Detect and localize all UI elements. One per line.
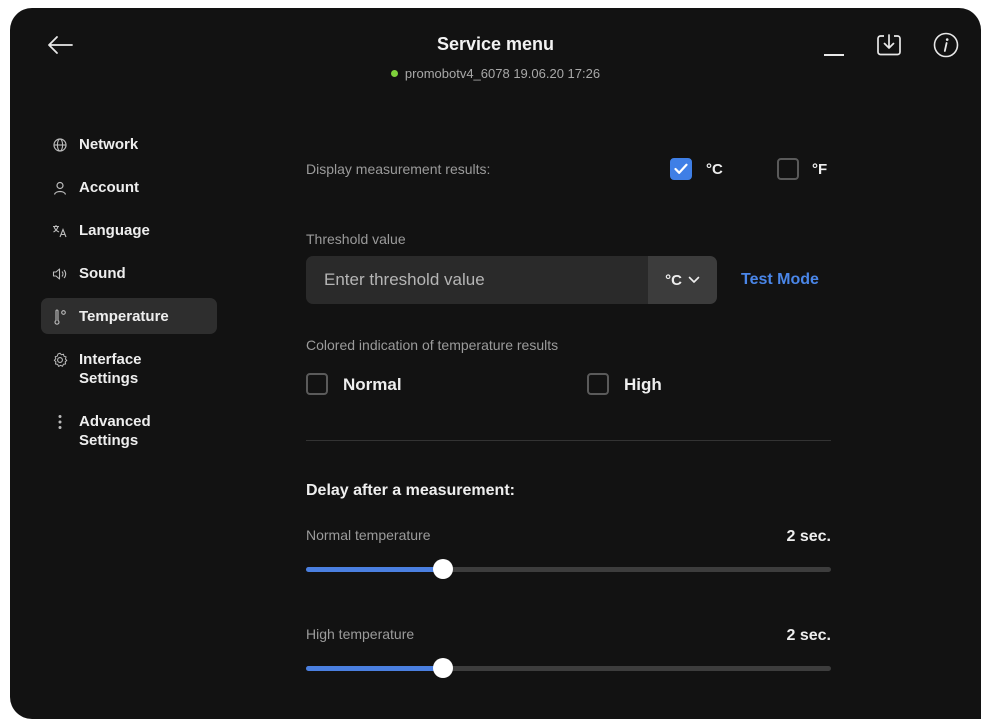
normal-indication-label: Normal [343,375,402,394]
normal-temperature-label: Normal temperature [306,527,431,543]
high-indication-checkbox[interactable] [587,373,609,395]
user-icon [51,178,69,197]
globe-icon [51,135,69,154]
display-results-label: Display measurement results: [306,161,491,177]
delay-section-title: Delay after a measurement: [306,482,515,499]
sidebar-item-account[interactable]: Account [41,169,217,205]
slider-thumb[interactable] [432,559,453,579]
threshold-input[interactable] [306,256,648,304]
celsius-checkbox[interactable] [670,158,692,180]
test-mode-link[interactable]: Test Mode [741,271,819,289]
download-button[interactable] [876,33,902,57]
sidebar-item-label-line: Settings [79,370,139,387]
sidebar-item-network[interactable]: Network [41,126,217,162]
sidebar-item-label: Interface Settings [79,350,142,388]
sidebar-item-label-line: Interface [79,351,142,368]
device-info-text: promobotv4_6078 19.06.20 17:26 [404,66,601,81]
device-status: promobotv4_6078 19.06.20 17:26 [10,66,981,81]
normal-delay-value: 2 sec. [786,528,831,545]
celsius-label: °C [706,161,723,178]
sidebar-item-language[interactable]: Language [41,212,217,248]
info-button[interactable] [933,32,959,58]
info-icon [933,32,959,58]
download-icon [877,34,901,56]
thermometer-icon [51,307,69,326]
sidebar-item-advanced-settings[interactable]: Advanced Settings [41,403,217,458]
minimize-button[interactable] [822,30,846,58]
section-divider [306,440,831,441]
sidebar-item-label: Language [79,222,150,239]
fahrenheit-checkbox[interactable] [777,158,799,180]
gear-icon [51,350,69,369]
checkmark-icon [674,163,688,174]
translate-icon [51,221,69,240]
sidebar: Network Account Language Sound Temperatu… [41,126,217,465]
normal-indication-checkbox[interactable] [306,373,328,395]
threshold-label: Threshold value [306,231,406,247]
slider-fill [306,666,443,671]
sidebar-item-interface-settings[interactable]: Interface Settings [41,341,217,396]
normal-delay-slider[interactable] [306,559,831,579]
speaker-icon [51,264,69,283]
online-status-dot [390,70,398,77]
high-delay-value: 2 sec. [786,627,831,644]
colored-indication-label: Colored indication of temperature result… [306,337,559,353]
sidebar-item-temperature[interactable]: Temperature [41,298,217,334]
fahrenheit-label: °F [812,161,828,178]
sidebar-item-label: Sound [79,265,126,282]
sidebar-item-label: Network [79,136,139,153]
vertical-dots-icon [51,412,69,431]
sidebar-item-label-line: Advanced [79,413,151,430]
sidebar-item-label: Advanced Settings [79,412,151,450]
sidebar-item-label: Account [79,179,139,196]
sidebar-item-sound[interactable]: Sound [41,255,217,291]
chevron-down-icon [688,276,700,283]
unit-dropdown[interactable]: °C [648,256,717,304]
unit-dropdown-value: °C [665,271,682,289]
sidebar-item-label: Temperature [79,308,169,325]
slider-fill [306,567,443,572]
high-delay-slider[interactable] [306,658,831,678]
high-indication-label: High [624,375,662,394]
slider-thumb[interactable] [432,658,453,678]
high-temperature-label: High temperature [306,626,415,642]
sidebar-item-label-line: Settings [79,432,139,449]
service-menu-screen: Service menu promobotv4_6078 19.06.20 17… [10,8,981,719]
